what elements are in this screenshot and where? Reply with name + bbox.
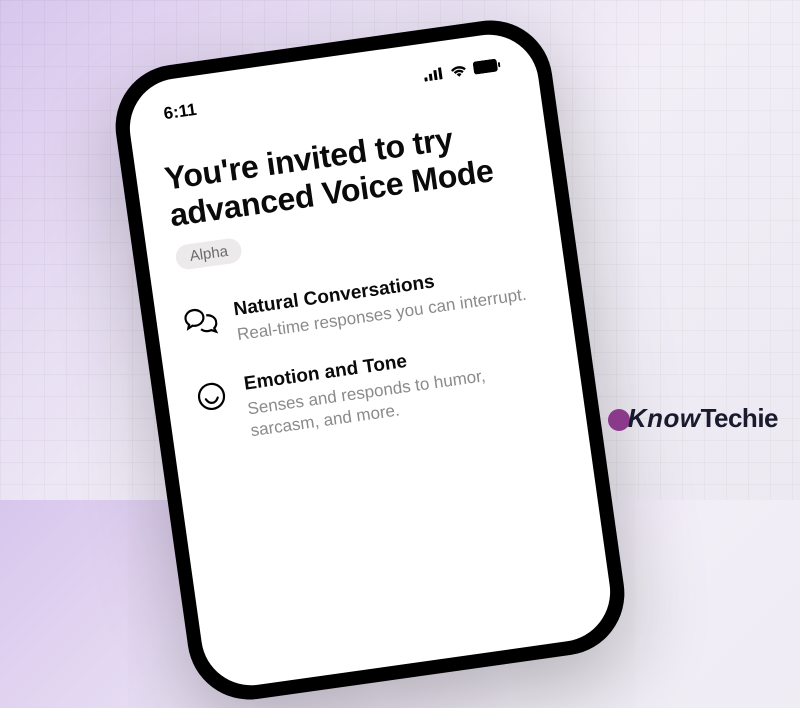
chat-bubbles-icon: [183, 304, 219, 340]
feature-row: Emotion and Tone Senses and responds to …: [193, 331, 555, 449]
logo-dot-icon: [608, 409, 630, 431]
status-bar: 6:11: [154, 56, 509, 125]
phone-mockup: 6:11: [108, 12, 633, 707]
watermark-part2: Techie: [701, 403, 778, 433]
status-icons: [423, 58, 502, 87]
battery-icon: [473, 58, 502, 80]
watermark-logo: KnowTechie: [608, 403, 778, 434]
feature-text: Natural Conversations Real-time response…: [232, 259, 528, 346]
smiley-icon: [193, 378, 229, 414]
phone-screen: 6:11: [123, 28, 616, 691]
wifi-icon: [449, 63, 469, 83]
status-time: 6:11: [162, 100, 198, 124]
feature-text: Emotion and Tone Senses and responds to …: [243, 331, 556, 442]
watermark-part1: Know: [628, 403, 701, 433]
alpha-badge: Alpha: [174, 236, 243, 270]
cellular-icon: [423, 66, 445, 87]
headline: You're invited to try advanced Voice Mod…: [162, 111, 525, 233]
